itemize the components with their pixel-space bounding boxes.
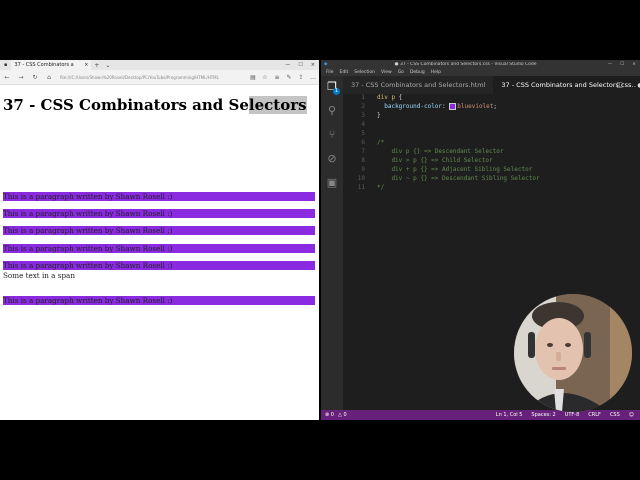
browser-tab[interactable]: 37 - CSS Combinators a × [11,60,92,70]
menu-selection[interactable]: Selection [351,70,378,75]
editor-tabs: 37 - CSS Combinators and Selectors.html … [343,76,640,94]
search-icon[interactable]: ⚲ [321,104,343,117]
tab-html-file[interactable]: 37 - CSS Combinators and Selectors.html [343,76,493,94]
cursor-position[interactable]: Ln 1, Col 5 [496,412,523,418]
line-number: 11 [357,184,365,191]
activity-bar: ❐ 1 ⚲ ⑂ ⊘ ▣ [321,76,343,410]
warnings-status[interactable]: △ 0 [338,412,347,418]
webcam-overlay [514,294,632,412]
extensions-icon[interactable]: ▣ [321,176,343,189]
line-number: 5 [361,130,365,137]
tab-preview-icon[interactable]: ⌄ [102,62,113,69]
indentation[interactable]: Spaces: 2 [531,412,555,418]
editor-title-bar: ◆ ● 37 - CSS Combinators and Selectors.c… [321,60,640,68]
source-control-icon[interactable]: ⑂ [321,128,343,141]
share-icon[interactable]: ⇪ [295,74,307,81]
forward-icon[interactable]: → [14,74,28,81]
close-window-icon[interactable]: × [307,62,319,68]
code-line: background-color: blueviolet; [384,103,498,110]
minimize-icon[interactable]: — [604,62,617,67]
span-text: Some text in a span [3,271,75,280]
line-number: 8 [361,157,365,164]
paragraph: This is a paragraph written by Shawn Ros… [3,226,315,236]
browser-tab-bar: ▪ 37 - CSS Combinators a × + ⌄ — ☐ × [0,60,319,70]
favorite-star-icon[interactable]: ☆ [259,74,271,81]
paragraph: This is a paragraph written by Shawn Ros… [3,209,315,219]
language-mode[interactable]: CSS [610,412,620,418]
code-line: div + p {} => Adjacent Sibling Selector [377,166,533,173]
more-actions-icon[interactable]: … [629,81,636,89]
web-note-icon[interactable]: ✎ [283,74,295,81]
paragraph: This is a paragraph written by Shawn Ros… [3,192,315,202]
code-line: /* [377,139,385,146]
errors-status[interactable]: ⊗ 0 [325,412,334,418]
webcam-image [514,294,632,412]
code-line: div p {} => Descendant Selector [377,148,504,155]
new-tab-icon[interactable]: + [91,62,102,69]
reading-view-icon[interactable]: ▤ [247,74,259,81]
page-heading: 37 - CSS Combinators and Selectors [3,96,307,114]
line-number: 3 [361,112,365,119]
refresh-icon[interactable]: ↻ [28,74,42,81]
browser-window: ▪ 37 - CSS Combinators a × + ⌄ — ☐ × ← →… [0,60,319,420]
maximize-icon[interactable]: ☐ [616,62,628,67]
menu-file[interactable]: File [323,70,337,75]
maximize-icon[interactable]: ☐ [294,62,306,68]
paragraph: This is a paragraph written by Shawn Ros… [3,261,315,271]
line-number: 7 [361,148,365,155]
tab-list-icon[interactable]: ▪ [0,62,11,68]
line-number: 9 [361,166,365,173]
paragraph: This is a paragraph written by Shawn Ros… [3,296,315,306]
debug-icon[interactable]: ⊘ [321,152,343,165]
line-number: 1 [361,94,365,101]
line-ending[interactable]: CRLF [588,412,601,418]
split-editor-icon[interactable]: ◫ [616,81,623,89]
minimize-icon[interactable]: — [281,62,294,68]
menu-edit[interactable]: Edit [337,70,352,75]
encoding[interactable]: UTF-8 [565,412,580,418]
code-line: div ~ p {} => Descendant Sibling Selecto… [377,175,540,182]
close-window-icon[interactable]: × [628,62,640,67]
page-content: 37 - CSS Combinators and Selectors This … [0,85,319,420]
code-line: div p { [377,94,403,101]
line-number: 6 [361,139,365,146]
menu-bar: File Edit Selection View Go Debug Help [321,68,640,76]
menu-view[interactable]: View [378,70,395,75]
status-bar: ⊗ 0 △ 0 Ln 1, Col 5 Spaces: 2 UTF-8 CRLF… [321,410,640,420]
feedback-icon[interactable]: ☺ [629,412,634,418]
menu-help[interactable]: Help [428,70,444,75]
address-bar-row: ← → ↻ ⌂ file:///C:/Users/Shawn%20Rosell/… [0,70,319,85]
close-tab-icon[interactable]: × [84,62,88,68]
window-title: ● 37 - CSS Combinators and Selectors.css… [394,61,537,67]
more-icon[interactable]: … [307,74,319,81]
text-selection: lectors [248,96,307,114]
hub-icon[interactable]: ≡ [271,74,283,81]
back-icon[interactable]: ← [0,74,14,81]
paragraph: This is a paragraph written by Shawn Ros… [3,244,315,254]
home-icon[interactable]: ⌂ [42,74,56,81]
address-input[interactable]: file:///C:/Users/Shawn%20Rosell/Desktop/… [56,75,247,80]
line-number: 4 [361,121,365,128]
code-line: } [377,112,381,119]
browser-tab-title: 37 - CSS Combinators a [14,62,74,68]
code-line: */ [377,184,385,191]
menu-go[interactable]: Go [395,70,407,75]
error-icon: ⊗ [325,412,330,418]
warning-icon: △ [337,412,342,418]
explorer-badge: 1 [333,88,340,95]
line-number: 2 [361,103,365,110]
line-number: 10 [357,175,365,182]
code-line: div > p {} => Child Selector [377,157,493,164]
color-swatch[interactable] [449,103,457,110]
menu-debug[interactable]: Debug [407,70,428,75]
